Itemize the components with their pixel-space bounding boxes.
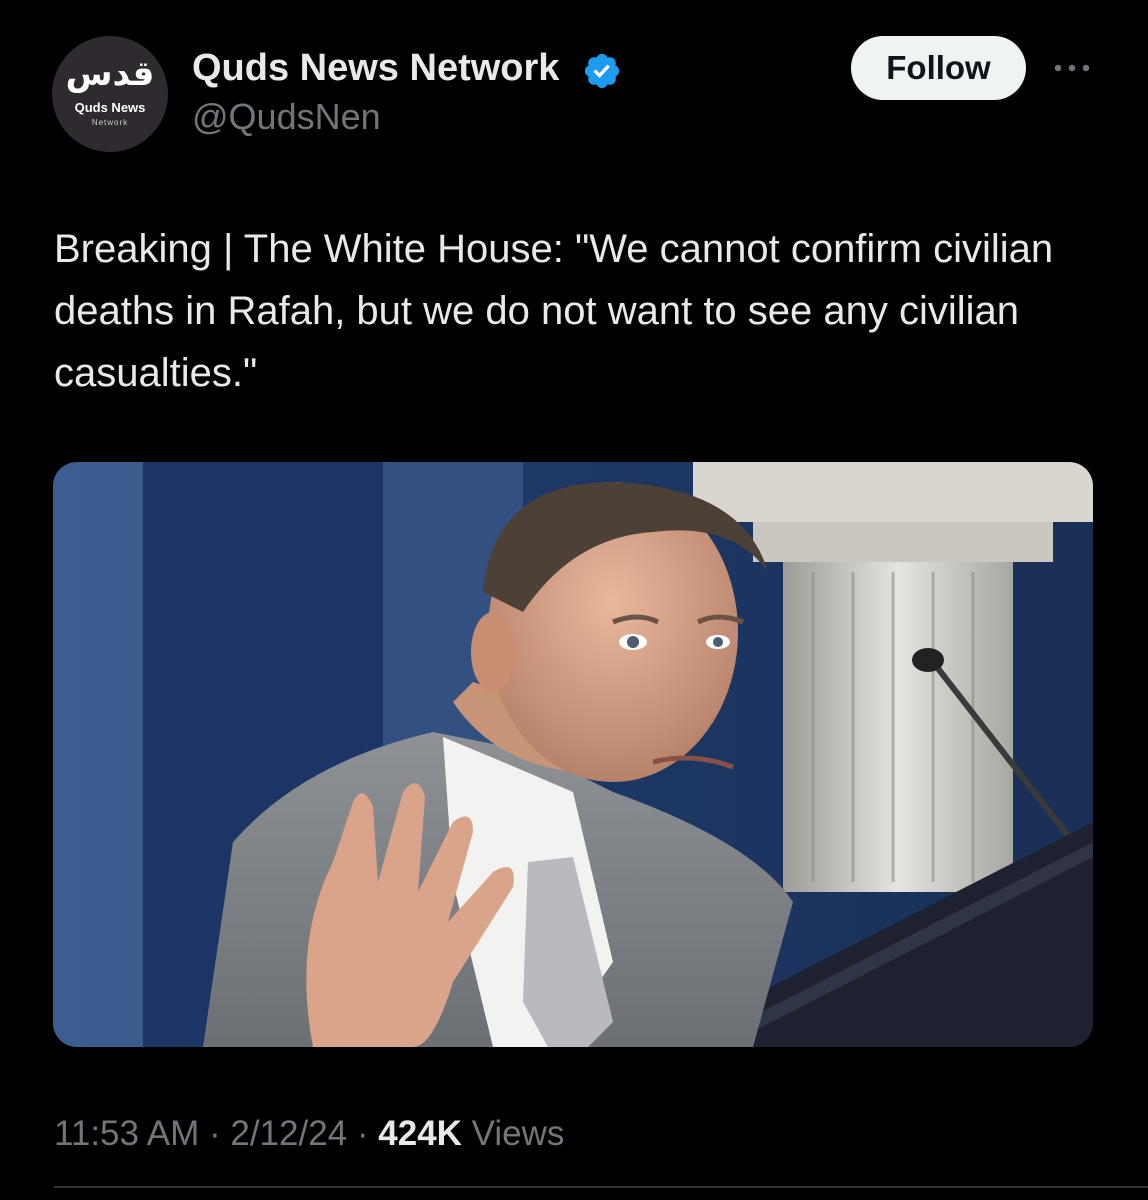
views-label: Views (461, 1114, 565, 1153)
tweet-time[interactable]: 11:53 AM (54, 1114, 199, 1153)
author-handle[interactable]: @QudsNen (192, 95, 381, 139)
tweet-date[interactable]: 2/12/24 (230, 1114, 347, 1153)
avatar-logo-arabic: قدس (65, 54, 155, 94)
tweet-card: قدس Quds News Network Quds News Network … (0, 0, 1148, 1200)
tweet-text: Breaking | The White House: "We cannot c… (54, 227, 1054, 395)
avatar-logo-name: Quds News (74, 100, 146, 115)
avatar-logo-sub: Network (91, 118, 129, 127)
divider (54, 1186, 1148, 1188)
tweet-media-photo[interactable] (53, 462, 1093, 1047)
author-display-name[interactable]: Quds News Network (192, 44, 559, 92)
press-briefing-photo-icon (53, 462, 1093, 1047)
follow-button[interactable]: Follow (851, 36, 1026, 100)
meta-separator: · (347, 1114, 379, 1153)
more-horizontal-icon[interactable] (1050, 54, 1094, 82)
avatar[interactable]: قدس Quds News Network (52, 36, 168, 152)
meta-separator: · (199, 1114, 231, 1153)
verified-badge-icon (584, 53, 620, 89)
tweet-meta: 11:53 AM · 2/12/24 · 424K Views (54, 1110, 564, 1158)
views-count: 424K (378, 1114, 462, 1153)
